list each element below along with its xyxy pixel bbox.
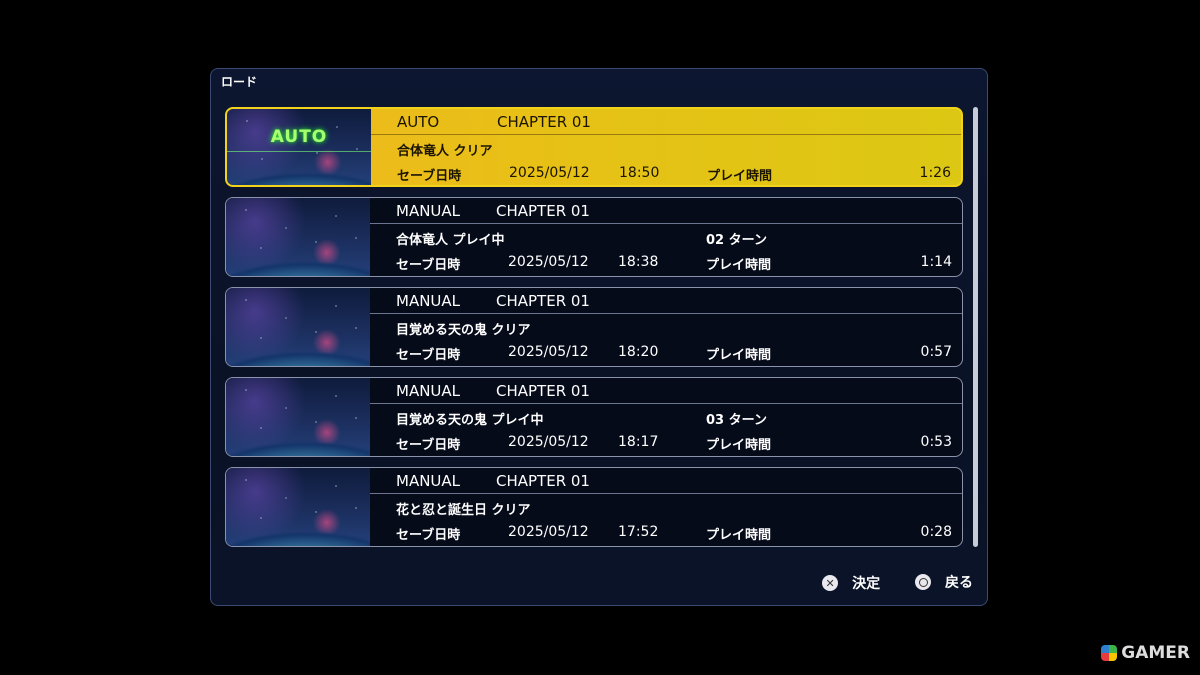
play-time-label: プレイ時間 — [706, 438, 772, 453]
play-time-label: プレイ時間 — [706, 258, 772, 273]
circle-button-icon — [915, 574, 931, 590]
slot-stage: 花と忍と誕生日 クリア — [396, 503, 531, 518]
slot-time: 18:50 — [619, 165, 660, 181]
slot-chapter: CHAPTER 01 — [496, 472, 590, 490]
slot-thumbnail — [226, 198, 370, 276]
watermark: GAMER — [1101, 643, 1190, 663]
play-time-label: プレイ時間 — [707, 169, 773, 184]
save-slot-4[interactable]: MANUAL CHAPTER 01 目覚める天の鬼 プレイ中 03 ターン セー… — [225, 377, 963, 457]
slot-stage: 合体竜人 クリア — [397, 144, 493, 159]
auto-badge: AUTO — [227, 127, 371, 152]
save-date-label: セーブ日時 — [397, 169, 462, 184]
slot-play-time: 0:53 — [920, 434, 952, 450]
slot-play-time: 1:14 — [920, 254, 952, 270]
confirm-label: 決定 — [852, 576, 881, 592]
load-window: ロード AUTO AUTO CHAPTER 01 合体竜人 クリア セーブ日時 … — [210, 68, 988, 606]
slot-chapter: CHAPTER 01 — [496, 292, 590, 310]
slot-date: 2025/05/12 — [509, 165, 590, 181]
slot-play-time: 0:28 — [920, 524, 952, 540]
slot-play-time: 1:26 — [919, 165, 951, 181]
play-time-label: プレイ時間 — [706, 348, 772, 363]
slot-chapter: CHAPTER 01 — [497, 113, 591, 131]
save-date-label: セーブ日時 — [396, 348, 461, 363]
slot-thumbnail — [226, 468, 370, 546]
back-label: 戻る — [945, 575, 973, 591]
save-date-label: セーブ日時 — [396, 438, 461, 453]
confirm-button[interactable]: ✕ 決定 — [822, 573, 880, 593]
play-time-label: プレイ時間 — [706, 528, 772, 543]
slot-date: 2025/05/12 — [508, 434, 589, 450]
slot-play-time: 0:57 — [920, 344, 952, 360]
scrollbar[interactable] — [973, 107, 978, 547]
save-slot-list: AUTO AUTO CHAPTER 01 合体竜人 クリア セーブ日時 2025… — [225, 107, 963, 557]
slot-time: 17:52 — [618, 524, 659, 540]
slot-type: MANUAL — [396, 472, 461, 490]
save-slot-2[interactable]: MANUAL CHAPTER 01 合体竜人 プレイ中 02 ターン セーブ日時… — [225, 197, 963, 277]
slot-chapter: CHAPTER 01 — [496, 202, 590, 220]
save-slot-3[interactable]: MANUAL CHAPTER 01 目覚める天の鬼 クリア セーブ日時 2025… — [225, 287, 963, 367]
slot-stage: 目覚める天の鬼 プレイ中 — [396, 413, 544, 428]
slot-date: 2025/05/12 — [508, 344, 589, 360]
watermark-text: GAMER — [1121, 643, 1190, 663]
window-title: ロード — [221, 75, 258, 89]
slot-thumbnail — [226, 288, 370, 366]
cross-button-icon: ✕ — [822, 575, 839, 591]
button-guide: ✕ 決定 戻る — [792, 572, 973, 593]
slot-chapter: CHAPTER 01 — [496, 382, 590, 400]
slot-turn: 02 ターン — [706, 233, 767, 248]
slot-type: MANUAL — [396, 202, 461, 220]
slot-thumbnail — [226, 378, 370, 456]
back-button[interactable]: 戻る — [915, 572, 973, 592]
slot-stage: 目覚める天の鬼 クリア — [396, 323, 531, 338]
slot-turn: 03 ターン — [706, 413, 767, 428]
slot-type: AUTO — [397, 113, 440, 131]
slot-type: MANUAL — [396, 292, 461, 310]
slot-date: 2025/05/12 — [508, 254, 589, 270]
save-slot-1[interactable]: AUTO AUTO CHAPTER 01 合体竜人 クリア セーブ日時 2025… — [225, 107, 963, 187]
save-slot-5[interactable]: MANUAL CHAPTER 01 花と忍と誕生日 クリア セーブ日時 2025… — [225, 467, 963, 547]
slot-date: 2025/05/12 — [508, 524, 589, 540]
save-date-label: セーブ日時 — [396, 258, 461, 273]
save-date-label: セーブ日時 — [396, 528, 461, 543]
slot-thumbnail: AUTO — [227, 109, 371, 185]
slot-time: 18:17 — [618, 434, 659, 450]
slot-time: 18:20 — [618, 344, 659, 360]
slot-type: MANUAL — [396, 382, 461, 400]
slot-time: 18:38 — [618, 254, 659, 270]
gamer-logo-icon — [1101, 645, 1118, 661]
slot-stage: 合体竜人 プレイ中 — [396, 233, 505, 248]
